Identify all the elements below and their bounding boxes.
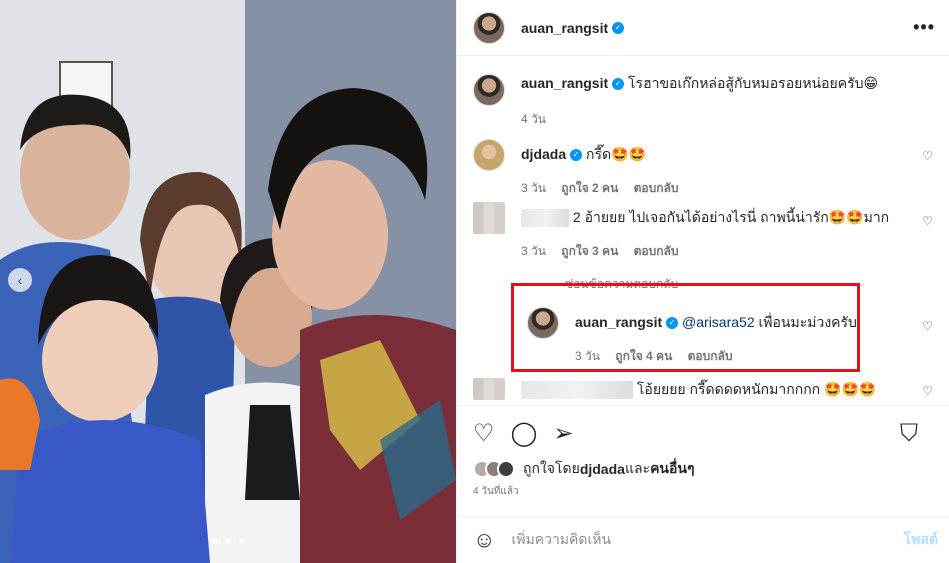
comment-item: โอ้ยยยย กรี๊ดดดดหนักมากกกก 🤩🤩🤩 ♡ [473, 378, 933, 400]
like-heart-icon[interactable]: ♡ [473, 422, 495, 446]
share-send-icon[interactable]: ➢ [553, 422, 573, 446]
comment-text: โอ้ยยยย กรี๊ดดดดหนักมากกกก 🤩🤩🤩 [636, 381, 877, 397]
comment-username-blurred [521, 381, 633, 400]
reply-button[interactable]: ตอบกลับ [634, 181, 679, 195]
comment-text: 2 อ้ายยย ไปเจอกันได้อย่างไรนี่ ถาพนี้น่า… [572, 209, 890, 225]
commenter-avatar[interactable] [473, 378, 505, 400]
like-comment-icon[interactable]: ♡ [922, 319, 933, 333]
highlight-box [511, 283, 860, 372]
emoji-icon[interactable]: ☺ [473, 527, 495, 553]
commenter-avatar[interactable] [473, 202, 505, 234]
verified-badge-icon: ✓ [612, 78, 625, 91]
reply-button[interactable]: ตอบกลับ [634, 244, 679, 258]
author-username[interactable]: auan_rangsit [521, 20, 608, 36]
verified-badge-icon: ✓ [612, 21, 625, 34]
liked-by-summary: ถูกใจโดย djdada และ คนอื่นๆ [457, 448, 949, 480]
post-side-panel: auan_rangsit ✓ ••• auan_rangsit ✓ โรฮาขอเ… [456, 0, 949, 563]
post-header: auan_rangsit ✓ ••• [457, 0, 949, 56]
comment-username-blurred [521, 209, 569, 228]
carousel-dot [210, 538, 217, 544]
instagram-post-view: ‹ auan_rangsit ✓ ••• auan_rangsit ✓ โรฮาข… [0, 0, 949, 563]
liked-by-others[interactable]: คนอื่นๆ [650, 458, 694, 480]
add-comment-bar: ☺ เพิ่มความคิดเห็น โพสต์ [457, 516, 949, 563]
like-comment-icon[interactable]: ♡ [922, 214, 933, 228]
comment-likes[interactable]: ถูกใจ 2 คน [561, 181, 618, 195]
liker-avatars[interactable] [473, 460, 515, 478]
caption-avatar[interactable] [473, 74, 505, 106]
comments-list: auan_rangsit ✓ โรฮาขอเก๊กหล่อสู้กับหมอรอย… [457, 57, 949, 405]
carousel-indicators [0, 531, 456, 549]
liked-by-user[interactable]: djdada [580, 461, 625, 477]
photo-illustration [0, 0, 456, 563]
carousel-dot [239, 538, 246, 544]
verified-badge-icon: ✓ [570, 149, 583, 162]
caption-username[interactable]: auan_rangsit [521, 75, 608, 91]
comment-time: 3 วัน [521, 181, 546, 195]
like-comment-icon[interactable]: ♡ [922, 149, 933, 163]
comment-likes[interactable]: ถูกใจ 3 คน [561, 244, 618, 258]
caption-text: โรฮาขอเก๊กหล่อสู้กับหมอรอยหน่อยครับ😁 [628, 75, 879, 91]
post-comment-button[interactable]: โพสต์ [904, 529, 938, 551]
commenter-avatar[interactable] [473, 139, 505, 171]
post-date: 4 วันที่แล้ว [473, 486, 519, 497]
comment-bubble-icon[interactable]: ◯ [511, 422, 538, 446]
like-comment-icon[interactable]: ♡ [922, 384, 933, 398]
carousel-prev-button[interactable]: ‹ [8, 268, 32, 292]
comment-item: 2 อ้ายยย ไปเจอกันได้อย่างไรนี่ ถาพนี้น่า… [473, 202, 933, 261]
caption-time: 4 วัน [521, 112, 546, 126]
comment-item: djdada ✓ กรี๊ด🤩🤩 3 วัน ถูกใจ 2 คน ตอบกลับ… [473, 139, 933, 198]
carousel-dot [225, 538, 231, 544]
more-options-icon[interactable]: ••• [913, 17, 935, 38]
comment-time: 3 วัน [521, 244, 546, 258]
save-bookmark-icon[interactable]: ⛉ [900, 422, 918, 446]
post-photo[interactable]: ‹ [0, 0, 456, 563]
comment-text: กรี๊ด🤩🤩 [586, 146, 646, 162]
comment-username[interactable]: djdada [521, 146, 566, 162]
caption: auan_rangsit ✓ โรฮาขอเก๊กหล่อสู้กับหมอรอย… [473, 74, 933, 129]
comment-input[interactable]: เพิ่มความคิดเห็น [511, 529, 903, 551]
author-avatar[interactable] [473, 11, 505, 44]
